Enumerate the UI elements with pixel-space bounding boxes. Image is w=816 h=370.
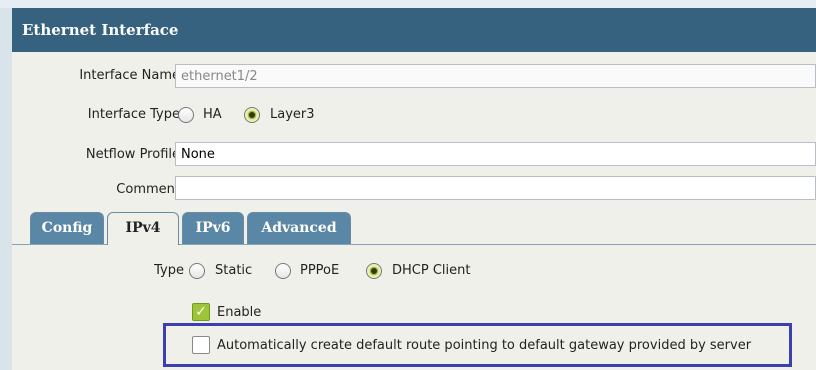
comment-field[interactable] [175,176,816,200]
interface-type-layer3-radio[interactable] [244,107,260,123]
enable-label: Enable [217,305,262,320]
ethernet-interface-dialog: Ethernet Interface Interface Name ethern… [12,8,816,370]
netflow-profile-select[interactable]: None [175,142,816,166]
type-dhcp-client-radio[interactable] [366,263,382,279]
auto-default-route-label: Automatically create default route point… [217,338,752,353]
tab-config[interactable]: Config [30,212,104,244]
interface-name-field[interactable]: ethernet1/2 [175,64,816,88]
type-pppoe-radio[interactable] [275,263,291,279]
ipv4-type-label: Type [154,263,184,278]
interface-type-label: Interface Type [87,107,180,122]
netflow-profile-label: Netflow Profile [85,147,180,162]
dialog-titlebar[interactable]: Ethernet Interface [12,8,816,52]
auto-default-route-checkbox[interactable] [192,336,210,354]
type-static-radio[interactable] [189,263,205,279]
tab-ipv6[interactable]: IPv6 [182,212,244,244]
interface-type-ha-radio[interactable] [178,107,194,123]
comment-label: Comment [116,182,180,197]
type-static-label: Static [215,263,253,278]
enable-checkbox[interactable]: ✓ [192,303,210,321]
type-pppoe-label: PPPoE [300,263,340,278]
tab-ipv4[interactable]: IPv4 [107,212,179,245]
background-strip [0,0,816,8]
tab-bar: Config IPv4 IPv6 Advanced [12,208,816,245]
interface-type-ha-label: HA [203,107,222,122]
tab-advanced[interactable]: Advanced [247,212,351,244]
type-dhcp-client-label: DHCP Client [392,263,471,278]
interface-name-label: Interface Name [79,68,180,83]
interface-type-layer3-label: Layer3 [270,107,315,122]
dialog-title: Ethernet Interface [22,21,179,39]
